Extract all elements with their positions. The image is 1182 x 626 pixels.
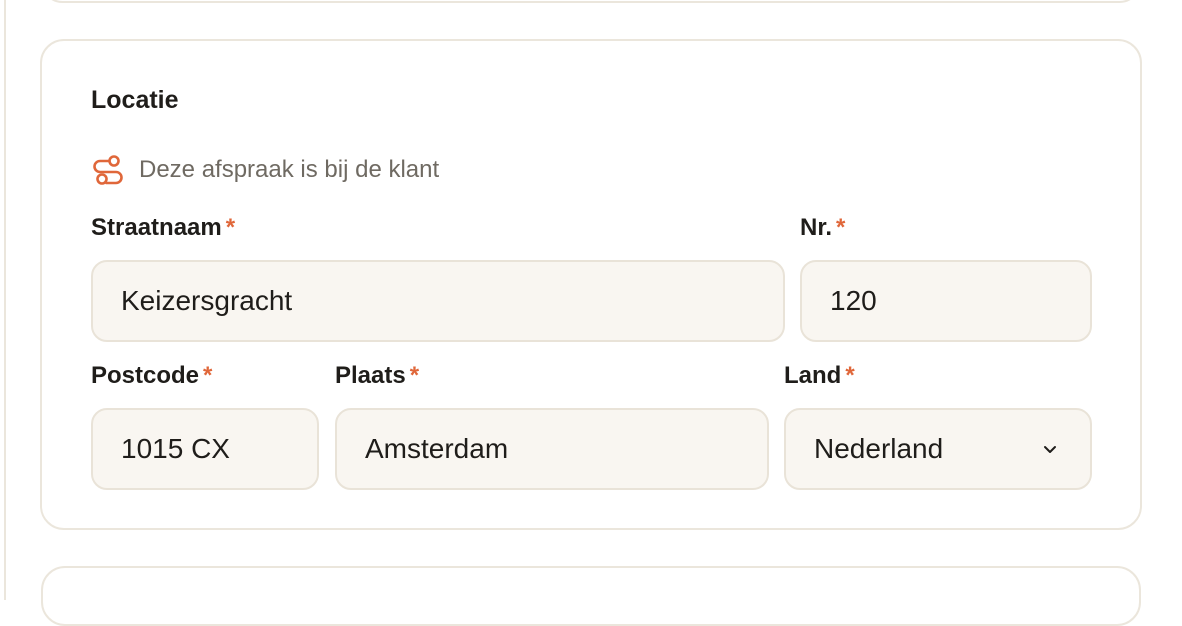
previous-card: [41, 0, 1141, 3]
section-title: Locatie: [91, 86, 179, 114]
postcode-input[interactable]: [121, 433, 317, 465]
country-label: Land *: [784, 361, 855, 391]
location-card: Locatie Deze afspraak is bij de klant St…: [40, 39, 1142, 530]
location-notice: Deze afspraak is bij de klant: [91, 153, 439, 187]
postcode-field[interactable]: [91, 408, 319, 490]
required-mark: *: [836, 214, 846, 241]
required-mark: *: [845, 362, 855, 389]
number-label: Nr. *: [800, 213, 845, 243]
route-icon: [91, 153, 125, 187]
number-field[interactable]: [800, 260, 1092, 342]
notice-text: Deze afspraak is bij de klant: [139, 156, 440, 183]
chevron-down-icon[interactable]: [1038, 437, 1062, 461]
city-label-text: Plaats: [335, 362, 406, 389]
required-mark: *: [409, 362, 420, 389]
required-mark: *: [203, 362, 213, 389]
country-select-value: Nederland: [814, 433, 944, 464]
street-label: Straatnaam *: [91, 213, 235, 243]
number-input[interactable]: [830, 285, 1090, 317]
next-card: [41, 566, 1141, 626]
country-label-text: Land: [784, 362, 842, 389]
street-field[interactable]: [91, 260, 785, 342]
street-input[interactable]: [121, 285, 783, 317]
city-field[interactable]: [335, 408, 769, 490]
postcode-label-text: Postcode: [91, 362, 200, 389]
country-select[interactable]: Nederland: [784, 408, 1092, 490]
postcode-label: Postcode *: [91, 361, 212, 391]
number-label-text: Nr.: [800, 214, 833, 241]
street-label-text: Straatnaam: [91, 214, 222, 241]
city-label: Plaats *: [335, 361, 419, 391]
required-mark: *: [225, 214, 236, 241]
city-input[interactable]: [365, 433, 767, 465]
